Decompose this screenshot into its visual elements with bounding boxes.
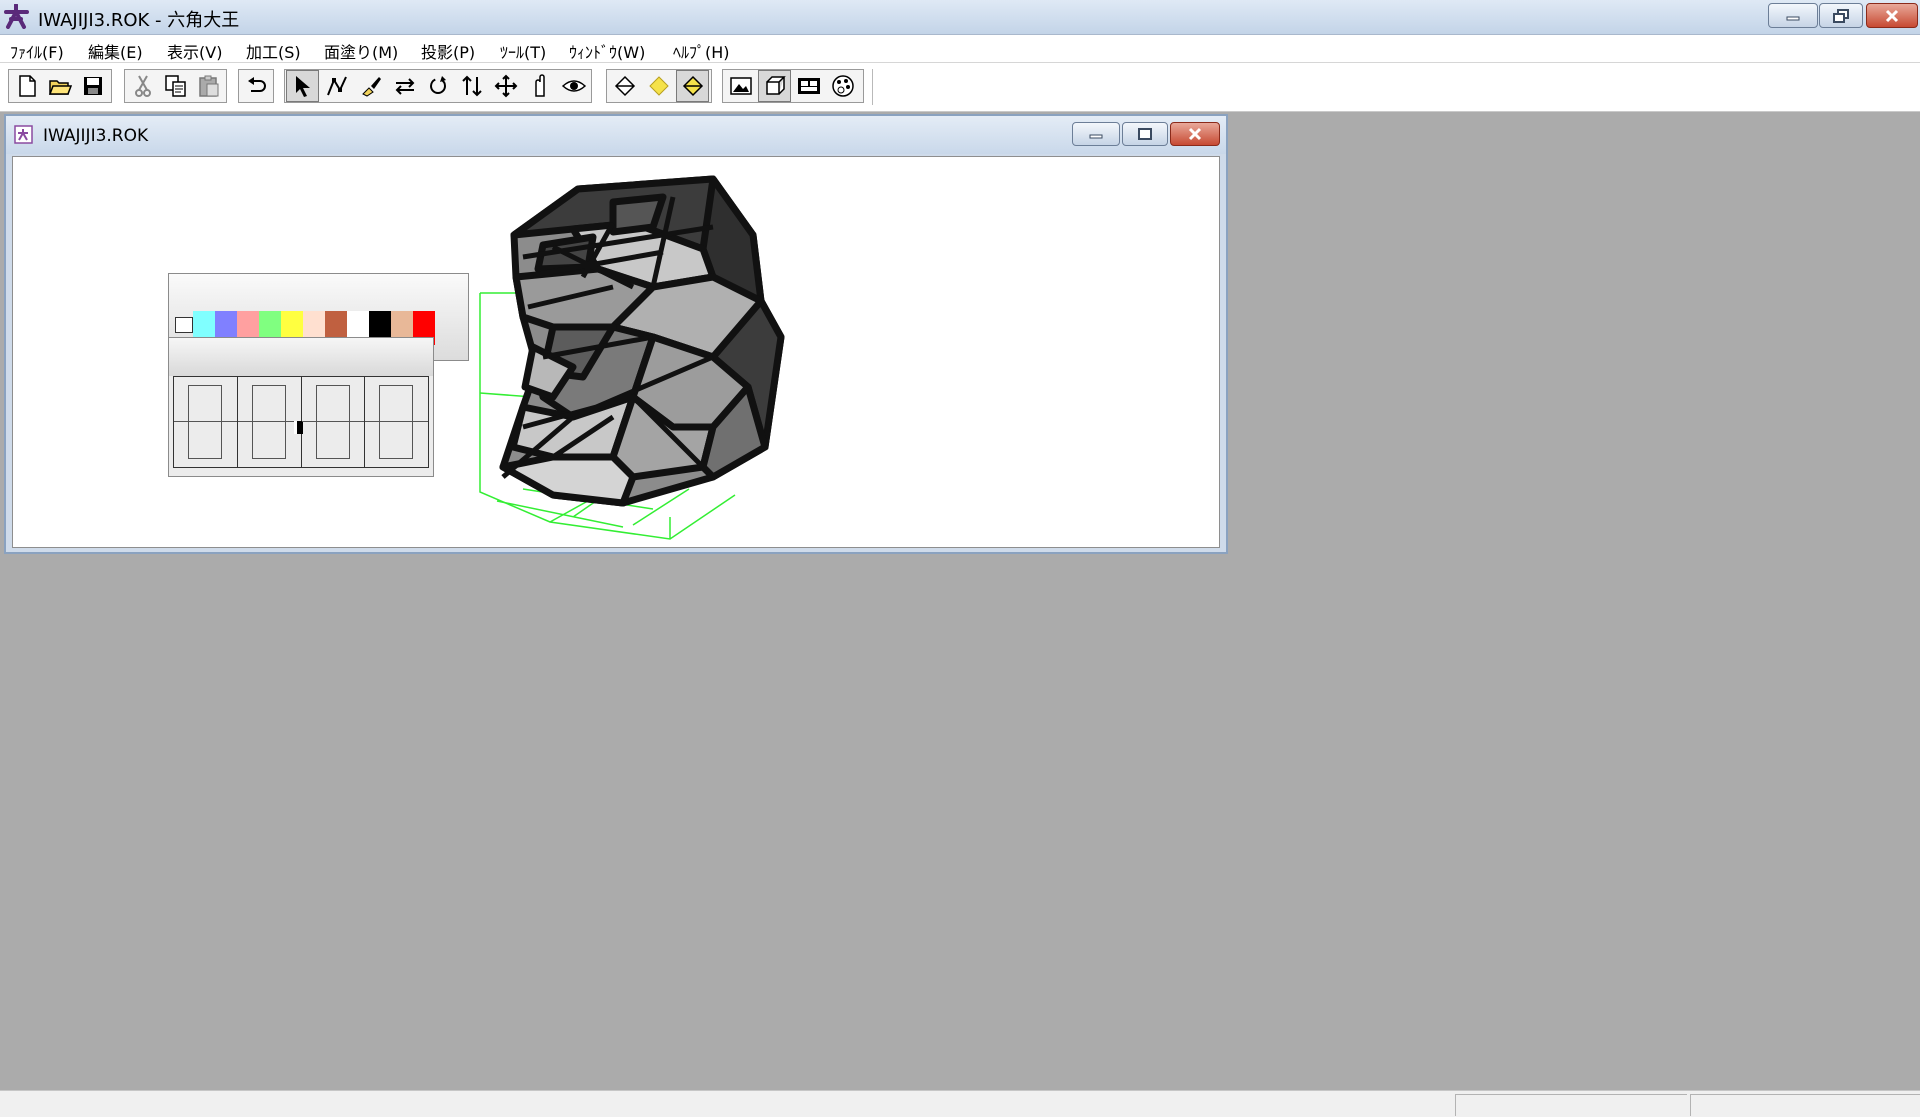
menu-view[interactable]: 表示(V) bbox=[167, 39, 222, 63]
view-grid bbox=[173, 376, 429, 468]
diamond-outline-icon bbox=[614, 75, 635, 97]
3d-viewport[interactable] bbox=[12, 156, 1220, 548]
solid-mode-button[interactable] bbox=[642, 70, 675, 102]
view-switch-panel[interactable] bbox=[168, 337, 434, 477]
polyline-icon bbox=[326, 76, 347, 96]
paint-tool-button[interactable] bbox=[354, 70, 387, 102]
select-arrow-icon bbox=[295, 76, 310, 97]
paint-brush-icon bbox=[361, 77, 381, 97]
move-tool-button[interactable] bbox=[489, 70, 522, 102]
palette-button[interactable] bbox=[826, 70, 859, 102]
menu-window[interactable]: ｳｨﾝﾄﾞｳ(W) bbox=[569, 39, 645, 63]
view-tool-button[interactable] bbox=[557, 70, 590, 102]
document-title-bar[interactable]: IWAJIJI3.ROK bbox=[6, 116, 1226, 154]
cut-icon bbox=[134, 75, 151, 97]
menu-help[interactable]: ﾍﾙﾌﾟ(H) bbox=[673, 39, 730, 63]
menu-bar: ﾌｧｲﾙ(F) 編集(E) 表示(V) 加工(S) 面塗り(M) 投影(P) ﾂ… bbox=[0, 35, 1920, 63]
status-bar bbox=[0, 1090, 1920, 1117]
menu-projection[interactable]: 投影(P) bbox=[421, 39, 475, 63]
rotate-tool-button[interactable] bbox=[421, 70, 454, 102]
image-button[interactable] bbox=[724, 70, 757, 102]
view-cell-3[interactable] bbox=[301, 377, 366, 467]
close-icon bbox=[1188, 127, 1202, 141]
document-icon bbox=[14, 125, 33, 144]
toolbar bbox=[0, 63, 1920, 112]
document-title: IWAJIJI3.ROK bbox=[43, 126, 149, 146]
window-title: IWAJIJI3.ROK - 六角大王 bbox=[38, 10, 240, 31]
open-folder-icon bbox=[48, 80, 72, 95]
texture-button[interactable] bbox=[792, 70, 825, 102]
paste-button[interactable] bbox=[192, 70, 225, 102]
flip-tool-button[interactable] bbox=[388, 70, 421, 102]
cube-icon bbox=[765, 76, 786, 95]
restore-icon bbox=[1833, 8, 1849, 23]
view-cell-2[interactable] bbox=[237, 377, 303, 467]
status-pane-2 bbox=[1690, 1094, 1920, 1116]
cut-button[interactable] bbox=[126, 70, 159, 102]
menu-surface-paint[interactable]: 面塗り(M) bbox=[324, 39, 398, 63]
scale-tool-button[interactable] bbox=[455, 70, 488, 102]
color-swatch[interactable] bbox=[175, 317, 193, 333]
document-maximize-button[interactable] bbox=[1122, 122, 1168, 146]
save-button[interactable] bbox=[76, 70, 109, 102]
new-file-button[interactable] bbox=[10, 70, 43, 102]
hand-icon bbox=[534, 74, 545, 97]
document-window: IWAJIJI3.ROK bbox=[4, 114, 1228, 554]
view-cell-1[interactable] bbox=[174, 377, 238, 467]
diamond-yellow-icon bbox=[648, 76, 669, 96]
minimize-icon bbox=[1786, 16, 1800, 20]
view-cell-4[interactable] bbox=[365, 377, 428, 467]
move-icon bbox=[494, 74, 517, 98]
rotate-icon bbox=[429, 76, 446, 94]
save-icon bbox=[83, 77, 102, 95]
copy-icon bbox=[164, 75, 186, 97]
scale-icon bbox=[461, 75, 482, 97]
wireframe-mode-button[interactable] bbox=[608, 70, 641, 102]
document-close-button[interactable] bbox=[1170, 122, 1220, 146]
app-logo-icon[interactable] bbox=[3, 3, 30, 29]
undo-icon bbox=[247, 77, 266, 92]
app-title-bar: IWAJIJI3.ROK - 六角大王 bbox=[0, 0, 1920, 35]
close-icon bbox=[1885, 9, 1899, 22]
undo-button[interactable] bbox=[240, 70, 273, 102]
menu-process[interactable]: 加工(S) bbox=[246, 39, 301, 63]
menu-tools[interactable]: ﾂｰﾙ(T) bbox=[500, 39, 546, 63]
maximize-icon bbox=[1138, 128, 1152, 140]
new-file-icon bbox=[18, 75, 36, 97]
flip-icon bbox=[395, 78, 414, 95]
diamond-half-icon bbox=[682, 75, 703, 97]
restore-button[interactable] bbox=[1819, 3, 1863, 28]
open-button[interactable] bbox=[43, 70, 76, 102]
paste-icon bbox=[198, 75, 218, 97]
select-tool-button[interactable] bbox=[286, 70, 319, 102]
document-minimize-button[interactable] bbox=[1072, 122, 1120, 146]
image-icon bbox=[729, 77, 752, 95]
palette-icon bbox=[831, 75, 854, 97]
hand-tool-button[interactable] bbox=[523, 70, 556, 102]
texture-icon bbox=[797, 78, 820, 94]
minimize-button[interactable] bbox=[1768, 3, 1818, 28]
menu-edit[interactable]: 編集(E) bbox=[88, 39, 143, 63]
mixed-mode-button[interactable] bbox=[676, 70, 709, 102]
minimize-icon bbox=[1089, 134, 1103, 139]
menu-file[interactable]: ﾌｧｲﾙ(F) bbox=[10, 39, 64, 63]
close-button[interactable] bbox=[1866, 3, 1918, 28]
eye-icon bbox=[561, 80, 586, 92]
cube-view-button[interactable] bbox=[758, 70, 791, 102]
polyline-tool-button[interactable] bbox=[320, 70, 353, 102]
copy-button[interactable] bbox=[159, 70, 192, 102]
toolbar-separator bbox=[872, 69, 873, 105]
status-pane-1 bbox=[1455, 1094, 1687, 1116]
